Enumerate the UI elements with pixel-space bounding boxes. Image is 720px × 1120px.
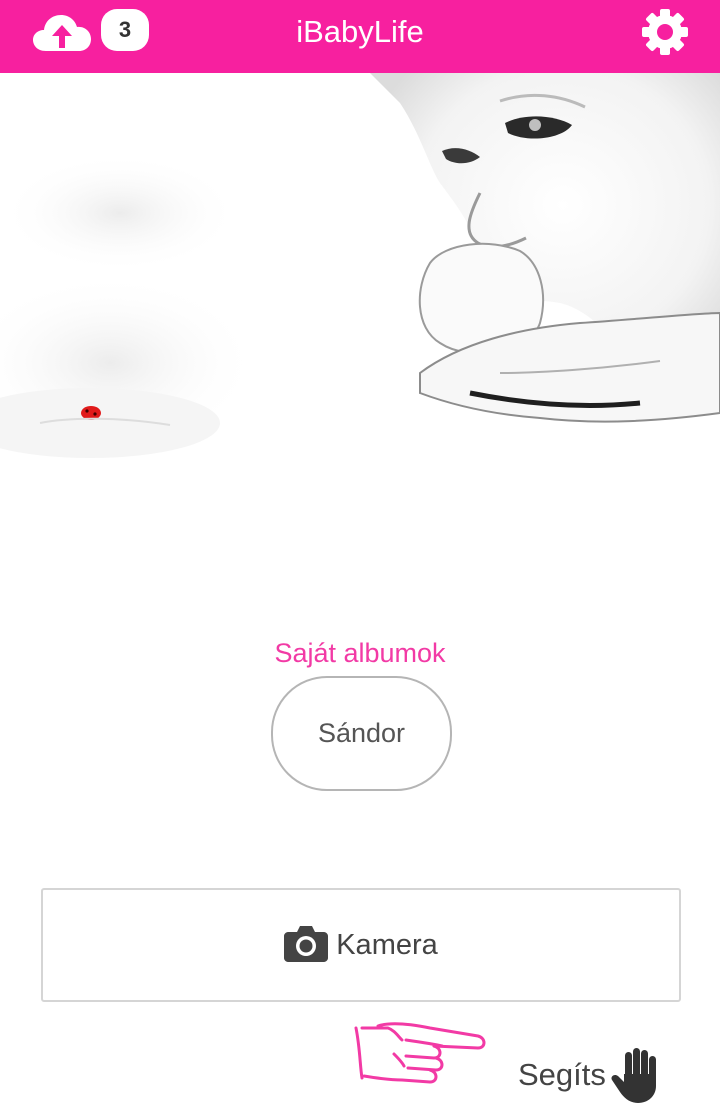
app-title: iBabyLife <box>296 14 424 49</box>
camera-label: Kamera <box>336 928 438 961</box>
help-button[interactable]: Segíts <box>518 1044 664 1106</box>
album-item-sandor[interactable]: Sándor <box>271 676 452 791</box>
pointing-hand-icon <box>354 1022 486 1084</box>
camera-icon <box>284 926 329 962</box>
help-label: Segíts <box>518 1057 606 1092</box>
albums-heading: Saját albumok <box>274 638 446 668</box>
raised-hand-icon <box>611 1048 656 1103</box>
gear-icon[interactable] <box>640 7 690 57</box>
hero-illustration <box>0 73 720 533</box>
top-app-bar: 3 iBabyLife <box>0 0 720 73</box>
camera-button[interactable]: Kamera <box>41 888 681 1002</box>
